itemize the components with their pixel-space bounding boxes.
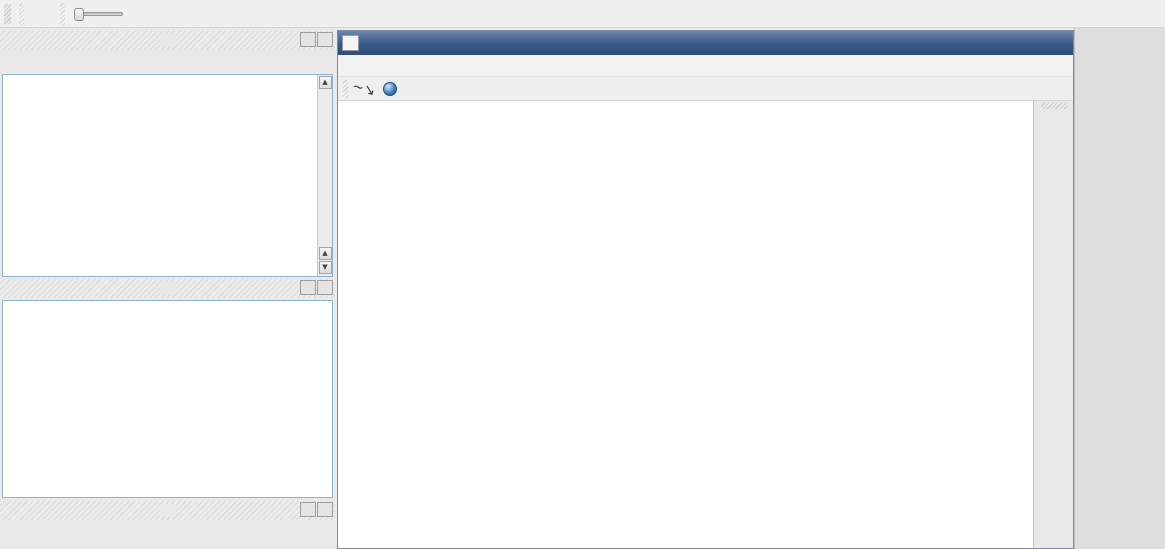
menubar-drag-handle[interactable] [4,4,11,24]
menubar-separator-2 [60,3,65,25]
visibility-float-button[interactable] [300,502,316,517]
setup-tree-panel [2,300,333,498]
layout-canvas[interactable] [338,101,1033,548]
layout-titlebar[interactable] [338,31,1073,55]
setup-panel-header [0,279,335,298]
layout-3d-scene [338,101,1033,548]
visibility-panel-header [0,501,335,520]
zoom-slider [75,12,129,16]
project-tree [3,75,332,77]
sphere-icon [383,82,397,96]
project-tree-scrollbar[interactable]: ▲ ▲ ▼ [317,75,332,276]
view-toolbar-handle[interactable] [1041,103,1067,109]
toolbar-drag-handle[interactable] [343,80,348,98]
project-panel-header [0,31,335,50]
zoom-slider-track[interactable] [75,12,123,16]
menubar-separator [19,3,24,25]
project-close-button[interactable] [317,32,333,47]
curve-icon: ∼↘ [351,78,378,99]
zoom-slider-handle[interactable] [74,8,84,21]
layout-window: ∼↘ [337,30,1074,549]
draw-curve-button[interactable]: ∼↘ [353,79,375,99]
visibility-close-button[interactable] [317,502,333,517]
setup-float-button[interactable] [300,280,316,295]
scroll-up-button-2[interactable]: ▲ [319,247,332,260]
setup-close-button[interactable] [317,280,333,295]
setup-panel-title [0,282,335,295]
sphere-button[interactable] [379,79,401,99]
rf-window-icon [342,35,359,51]
scroll-up-button[interactable]: ▲ [319,76,332,89]
project-tree-panel: ▲ ▲ ▼ [2,74,333,277]
view-toolbar [1033,101,1073,548]
project-float-button[interactable] [300,32,316,47]
side-tab-bar [1074,28,1165,549]
visibility-panel-title [0,504,335,517]
scroll-down-button[interactable]: ▼ [319,261,332,274]
app-root: { "menubar": { "items": ["File", "Edit",… [0,0,1165,549]
setup-tree [3,301,332,305]
project-panel-title [0,34,335,47]
layout-menubar [338,55,1073,77]
main-menubar [0,0,1165,28]
layout-toolbar: ∼↘ [338,77,1073,101]
